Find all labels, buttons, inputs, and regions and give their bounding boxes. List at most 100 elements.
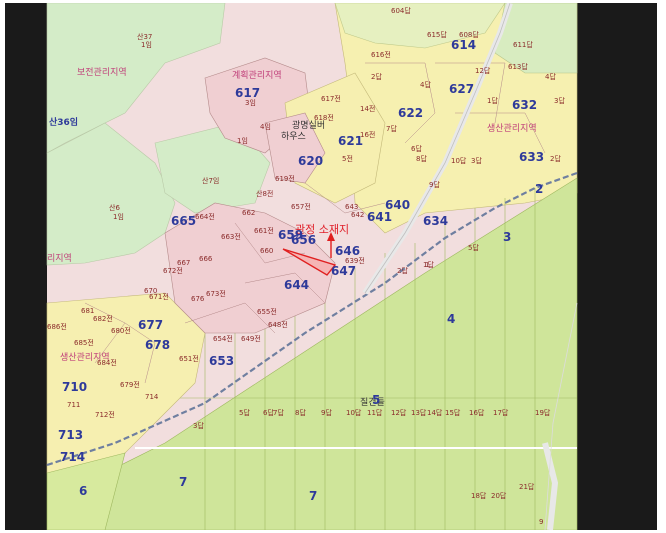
lot-6: 6: [79, 484, 87, 498]
lot-10b: 10답: [346, 408, 362, 417]
lot-san6b: 1임: [113, 213, 124, 221]
lot-655: 655전: [257, 307, 277, 316]
lot-622-6: 6답: [411, 144, 422, 153]
lot-19b: 19답: [535, 408, 551, 417]
map-canvas: 보전관리지역 계획관리지역 생산관리지역 생산관리지역 리지역 광명실버 하우스…: [5, 3, 657, 530]
lot-682: 682전: [93, 314, 113, 323]
lot-621-14: 14전: [360, 104, 375, 113]
lot-673: 673전: [206, 289, 226, 298]
lot-634: 634: [423, 214, 448, 228]
lot-7b: 7: [309, 489, 317, 503]
lot-3: 3: [503, 230, 511, 244]
page-frame: 보전관리지역 계획관리지역 생산관리지역 생산관리지역 리지역 광명실버 하우스…: [0, 0, 666, 533]
left-margin: [5, 3, 47, 530]
lot-617b: 617전: [321, 94, 341, 103]
zone-saengsan-upper: 생산관리지역: [487, 123, 537, 134]
lot-649: 649전: [241, 334, 261, 343]
lot-643: 643: [345, 203, 358, 211]
lot-5c: 5답: [239, 408, 250, 417]
lot-617-3: 3임: [245, 99, 256, 107]
lot-663: 663전: [221, 232, 241, 241]
lot-666: 666: [199, 255, 213, 263]
lot-5b: 5답: [468, 243, 479, 252]
lot-san37b: 1임: [141, 41, 152, 49]
lot-15b: 15답: [445, 408, 461, 417]
lot-616: 616전: [371, 50, 391, 59]
lot-613: 613답: [508, 62, 528, 71]
lot-710: 710: [62, 380, 87, 394]
lot-646: 646: [335, 244, 360, 258]
lot-san7: 산7임: [202, 176, 219, 185]
lot-642: 642: [351, 211, 364, 219]
lot-5: 5: [372, 393, 380, 407]
lot-681: 681: [81, 307, 94, 315]
lot-2d: 2답: [397, 266, 408, 275]
zone-saengsan-right: 리지역: [47, 253, 72, 264]
lot-617-4: 4임: [260, 123, 271, 131]
lot-san6: 산6: [109, 203, 120, 212]
lot-686: 686전: [47, 322, 67, 331]
lot-8b: 8답: [295, 408, 306, 417]
lot-618: 618전: [314, 113, 334, 122]
lot-712: 712전: [95, 410, 115, 419]
lot-3b: 3답: [471, 156, 482, 165]
lot-641: 641: [367, 210, 392, 224]
lot-713: 713: [58, 428, 83, 442]
lot-653: 653: [209, 354, 234, 368]
lot-615: 615답: [427, 30, 447, 39]
zone-boejeon: 보전관리지역: [77, 67, 127, 78]
lot-3d: 3답: [193, 421, 204, 430]
lot-656: 656: [291, 233, 316, 247]
lot-4b: 4답: [545, 72, 556, 81]
lot-1b: 1답: [487, 96, 498, 105]
lot-4: 4: [447, 312, 455, 326]
lot-633: 633: [519, 150, 544, 164]
lot-684: 684전: [97, 358, 117, 367]
cadastral-map[interactable]: 보전관리지역 계획관리지역 생산관리지역 생산관리지역 리지역 광명실버 하우스…: [5, 3, 657, 530]
lot-639: 639전: [345, 256, 365, 265]
lot-10: 10답: [451, 156, 467, 165]
lot-622-4: 4답: [420, 80, 431, 89]
lot-608: 608답: [459, 30, 479, 39]
lot-9c: 9답: [321, 408, 332, 417]
lot-667: 667: [177, 259, 190, 267]
lot-665: 665: [171, 214, 196, 228]
lot-620: 620: [298, 154, 323, 168]
lot-685: 685전: [74, 338, 94, 347]
lot-san37: 산37: [137, 32, 152, 41]
lot-18b: 18답: [471, 491, 487, 500]
lot-617-1: 1임: [237, 137, 248, 145]
lot-20b: 20답: [491, 491, 507, 500]
lot-619: 619전: [275, 174, 295, 183]
lot-622-7: 7답: [386, 124, 397, 133]
lot-9: 9: [539, 518, 543, 526]
lot-657: 657전: [291, 202, 311, 211]
lot-647: 647: [331, 264, 356, 278]
place-house: 하우스: [281, 131, 306, 142]
lot-614: 614: [451, 38, 476, 52]
lot-12c: 12답: [391, 408, 407, 417]
lot-9b: 9답: [429, 180, 440, 189]
lot-21b: 21답: [519, 482, 535, 491]
lot-622-8: 8답: [416, 154, 427, 163]
lot-7: 7: [179, 475, 187, 489]
lot-611: 611답: [513, 40, 533, 49]
lot-671: 671전: [149, 292, 169, 301]
lot-7c: 7답: [273, 408, 284, 417]
lot-16b: 16답: [469, 408, 485, 417]
lot-11b: 11답: [367, 408, 383, 417]
lot-627: 627: [449, 82, 474, 96]
lot-711: 711: [67, 401, 80, 409]
lot-660: 660: [260, 247, 273, 255]
lot-632: 632: [512, 98, 537, 112]
lot-san8: 산8전: [256, 189, 273, 198]
lot-621-16: 16전: [360, 130, 375, 139]
lot-680: 680전: [111, 326, 131, 335]
lot-676: 676: [191, 295, 205, 303]
lot-620-5: 5전: [342, 154, 353, 163]
lot-664: 664전: [195, 212, 215, 221]
zone-gyehoek: 계획관리지역: [232, 69, 282, 81]
lot-679: 679전: [120, 380, 140, 389]
lot-677: 677: [138, 318, 163, 332]
map-content: [46, 3, 578, 530]
